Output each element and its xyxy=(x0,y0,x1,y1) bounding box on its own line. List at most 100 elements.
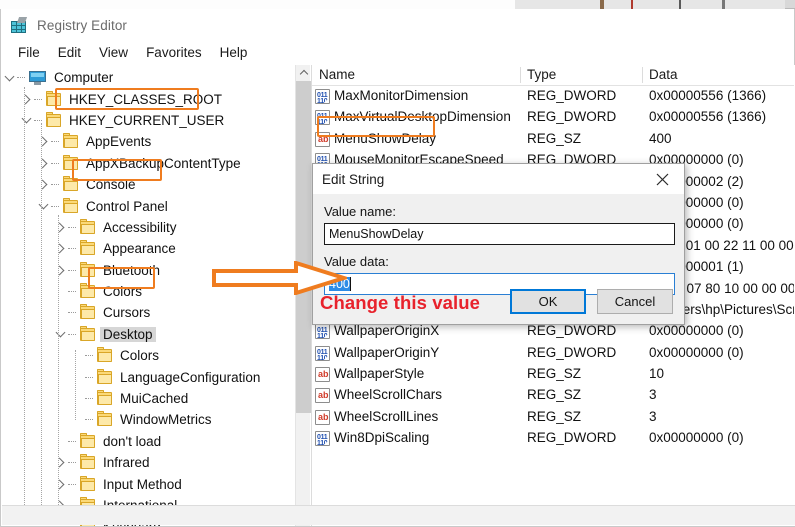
tree-item-appearance[interactable]: Appearance xyxy=(2,238,296,259)
tree-item-label: don't load xyxy=(100,434,164,449)
binary-value-icon: 011110 xyxy=(315,431,330,446)
tree-item-don-t-load[interactable]: don't load xyxy=(2,431,296,452)
string-value-icon: ab xyxy=(315,410,330,425)
registry-tree-pane[interactable]: Computer HKEY_CLASSES_ROOTHKEY_CURRENT_US… xyxy=(2,65,312,526)
list-header: Name Type Data xyxy=(312,65,794,86)
chevron-right-icon[interactable] xyxy=(36,174,51,195)
folder-icon xyxy=(80,328,95,341)
tree-item-console[interactable]: Console xyxy=(2,174,296,195)
table-row[interactable]: 011110MaxMonitorDimensionREG_DWORD0x0000… xyxy=(312,86,794,107)
tree-item-desktop[interactable]: Desktop xyxy=(2,324,296,345)
tree-connector xyxy=(85,367,97,388)
cell-type: REG_SZ xyxy=(527,131,581,146)
tree-indent xyxy=(2,196,36,217)
tree-item-appxbackupcontenttype[interactable]: AppXBackupContentType xyxy=(2,153,296,174)
tree-item-infrared[interactable]: Infrared xyxy=(2,452,296,473)
table-row[interactable]: abWallpaperStyleREG_SZ10 xyxy=(312,364,794,385)
value-name-input[interactable]: MenuShowDelay xyxy=(324,223,675,245)
tree-item-appevents[interactable]: AppEvents xyxy=(2,131,296,152)
cell-data: 3 xyxy=(649,387,657,402)
tree-item-languageconfiguration[interactable]: LanguageConfiguration xyxy=(2,366,296,387)
scrollbar-thumb[interactable] xyxy=(296,81,311,413)
column-header-data[interactable]: Data xyxy=(642,67,678,82)
tree-vertical-scrollbar[interactable] xyxy=(295,65,310,526)
registry-tree: Computer HKEY_CLASSES_ROOTHKEY_CURRENT_US… xyxy=(2,65,296,526)
tree-indent xyxy=(2,474,53,495)
table-row[interactable]: 011110MaxVirtualDesktopDimensionREG_DWOR… xyxy=(312,107,794,128)
tree-item-hkey-classes-root[interactable]: HKEY_CLASSES_ROOT xyxy=(2,88,296,109)
column-header-type[interactable]: Type xyxy=(520,67,556,82)
folder-icon xyxy=(80,242,95,255)
table-row[interactable]: abMenuShowDelayREG_SZ400 xyxy=(312,129,794,150)
tree-indent xyxy=(2,174,36,195)
tree-item-windowmetrics[interactable]: WindowMetrics xyxy=(2,409,296,430)
menu-item-favorites[interactable]: Favorites xyxy=(137,43,211,63)
folder-icon xyxy=(80,221,95,234)
folder-icon xyxy=(80,456,95,469)
string-value-icon: ab xyxy=(315,388,330,403)
chevron-right-icon[interactable] xyxy=(19,89,34,110)
chevron-down-icon[interactable] xyxy=(2,67,17,88)
chevron-right-icon[interactable] xyxy=(53,260,68,281)
tree-scrollport: Computer HKEY_CLASSES_ROOTHKEY_CURRENT_US… xyxy=(2,65,296,526)
chevron-down-icon[interactable] xyxy=(19,110,34,131)
chevron-down-icon[interactable] xyxy=(53,324,68,345)
tree-item-label: Colors xyxy=(117,348,162,363)
tree-item-computer[interactable]: Computer xyxy=(2,67,296,88)
table-row[interactable]: abWheelScrollLinesREG_SZ3 xyxy=(312,407,794,428)
tree-guide-line xyxy=(58,215,59,526)
chevron-down-icon[interactable] xyxy=(36,196,51,217)
cell-name: WallpaperOriginX xyxy=(334,323,439,338)
folder-icon xyxy=(97,371,112,384)
tree-leaf-spacer xyxy=(70,388,85,409)
chevron-right-icon[interactable] xyxy=(53,238,68,259)
cell-name: WallpaperOriginY xyxy=(334,345,439,360)
chevron-right-icon[interactable] xyxy=(53,474,68,495)
menu-item-edit[interactable]: Edit xyxy=(49,43,90,63)
tree-item-label: Computer xyxy=(51,70,116,85)
scroll-up-arrow-icon[interactable] xyxy=(296,65,311,80)
tree-item-label: LanguageConfiguration xyxy=(117,370,263,385)
tree-connector xyxy=(85,409,97,430)
tree-item-colors[interactable]: Colors xyxy=(2,345,296,366)
chevron-right-icon[interactable] xyxy=(36,153,51,174)
tree-indent xyxy=(2,238,53,259)
tree-item-control-panel[interactable]: Control Panel xyxy=(2,195,296,216)
value-data-label: Value data: xyxy=(324,254,673,269)
tree-item-accessibility[interactable]: Accessibility xyxy=(2,217,296,238)
chevron-right-icon[interactable] xyxy=(53,217,68,238)
menu-item-view[interactable]: View xyxy=(90,43,137,63)
tree-item-hkey-current-user[interactable]: HKEY_CURRENT_USER xyxy=(2,110,296,131)
chevron-right-icon[interactable] xyxy=(36,131,51,152)
table-row[interactable]: 011110Win8DpiScalingREG_DWORD0x00000000 … xyxy=(312,428,794,449)
tree-indent xyxy=(2,281,53,302)
tree-indent xyxy=(2,452,53,473)
folder-icon xyxy=(63,178,78,191)
column-header-name[interactable]: Name xyxy=(312,67,355,82)
close-icon[interactable] xyxy=(640,164,684,194)
tree-connector xyxy=(51,196,63,217)
ok-button[interactable]: OK xyxy=(510,289,586,314)
cell-data: 0x00000556 (1366) xyxy=(649,109,766,124)
cancel-button[interactable]: Cancel xyxy=(597,289,673,314)
cell-name: Win8DpiScaling xyxy=(334,430,429,445)
menu-item-help[interactable]: Help xyxy=(211,43,257,63)
tree-item-cursors[interactable]: Cursors xyxy=(2,302,296,323)
chevron-right-icon[interactable] xyxy=(53,452,68,473)
tree-item-label: WindowMetrics xyxy=(117,412,215,427)
table-row[interactable]: abWheelScrollCharsREG_SZ3 xyxy=(312,385,794,406)
folder-icon xyxy=(63,135,78,148)
cell-name: WallpaperStyle xyxy=(334,366,424,381)
desktop-top-strip xyxy=(0,0,795,9)
tree-item-input-method[interactable]: Input Method xyxy=(2,473,296,494)
tree-connector xyxy=(68,474,80,495)
menu-item-file[interactable]: File xyxy=(9,43,49,63)
string-value-icon: ab xyxy=(315,367,330,382)
tree-indent xyxy=(2,153,36,174)
right-arrow-annotation xyxy=(212,261,347,295)
cell-name: WheelScrollChars xyxy=(334,387,442,402)
table-row[interactable]: 011110WallpaperOriginYREG_DWORD0x0000000… xyxy=(312,343,794,364)
tree-item-muicached[interactable]: MuiCached xyxy=(2,388,296,409)
tree-item-label: Control Panel xyxy=(83,199,171,214)
cell-data: 0x00000000 (0) xyxy=(649,345,744,360)
